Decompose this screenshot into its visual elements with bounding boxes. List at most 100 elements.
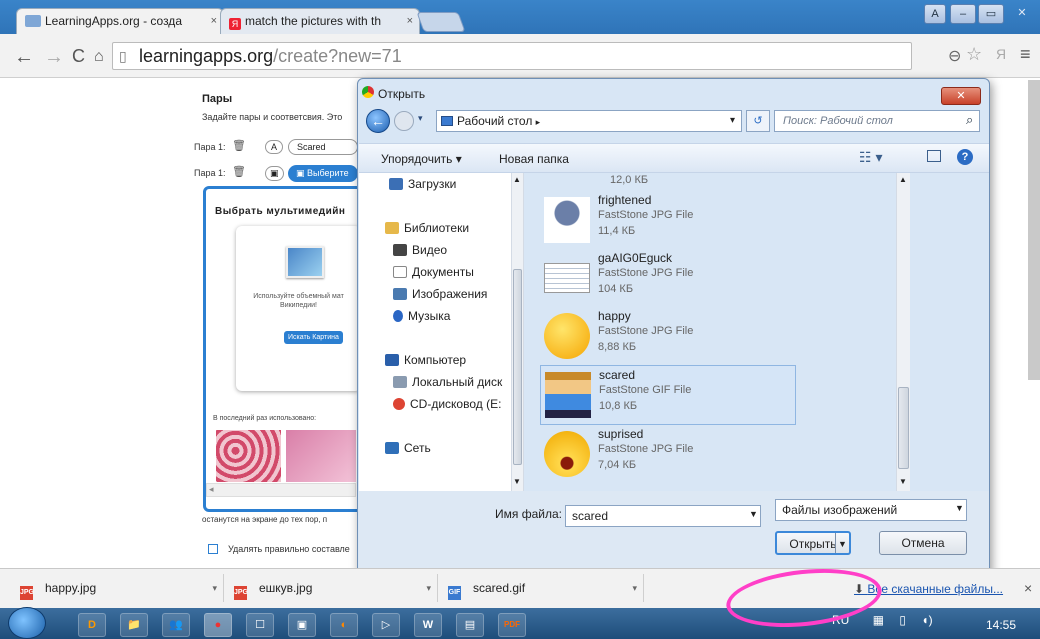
new-folder-button[interactable]: Новая папка (499, 152, 569, 166)
remove-correct-checkbox[interactable] (208, 544, 218, 554)
file-scrollbar-thumb[interactable] (898, 387, 909, 469)
image-icon: ▣ (296, 168, 308, 178)
tab-learningapps[interactable]: LearningApps.org - созда × (16, 8, 224, 34)
chevron-down-icon[interactable]: ▾ (632, 574, 637, 602)
tab-label: LearningApps.org - созда (45, 14, 182, 28)
maximize-button[interactable]: ▭ (978, 4, 1004, 24)
scroll-up-icon[interactable]: ▲ (899, 175, 907, 184)
gif-file-icon: GIF (448, 586, 461, 600)
refresh-icon[interactable]: ↺ (746, 110, 770, 132)
chevron-down-icon[interactable]: ▾ (212, 574, 217, 602)
back-button[interactable]: ← (366, 109, 390, 133)
file-list-scrollbar[interactable]: ▲ ▼ (896, 173, 910, 491)
chevron-down-icon[interactable]: ▾ (730, 111, 735, 131)
cancel-button[interactable]: Отмена (879, 531, 967, 555)
new-tab-button[interactable] (416, 12, 466, 32)
yandex-extension-icon[interactable]: Я (996, 46, 1006, 62)
nav-scrollbar-thumb[interactable] (513, 269, 522, 465)
network-tray-icon[interactable]: ▦ (873, 613, 884, 627)
back-arrow-icon[interactable]: ← (14, 46, 34, 69)
trash-icon[interactable]: 🗑 (232, 165, 246, 178)
file-item-selected[interactable]: scared FastStone GIF File 10,8 КБ (540, 365, 796, 425)
nav-item-downloads[interactable]: Загрузки (389, 177, 456, 191)
clock[interactable]: 14:55 (986, 618, 1016, 632)
help-icon[interactable]: ? (957, 149, 973, 165)
download-item-eshkuv[interactable]: JPG ешкув.jpg ▾ (226, 574, 438, 602)
history-dropdown-icon[interactable]: ▾ (418, 113, 423, 124)
taskbar-app-chrome[interactable]: ● (204, 613, 232, 637)
zoom-icon[interactable]: ⊖ (948, 46, 961, 66)
scroll-down-icon[interactable]: ▼ (513, 477, 521, 486)
pair-text-input[interactable]: Scared (288, 139, 358, 155)
nav-item-computer[interactable]: Компьютер (385, 353, 466, 367)
address-bar[interactable]: ▯ learningapps.org/create?new=71 (112, 42, 912, 70)
filename-input[interactable]: scared (565, 505, 761, 527)
taskbar-app-media-player[interactable]: ▷ (372, 613, 400, 637)
nav-item-local-disk[interactable]: Локальный диск (393, 375, 502, 389)
file-item[interactable]: gaAIG0Eguck FastStone JPG File 104 КБ (540, 249, 796, 309)
nav-item-pictures[interactable]: Изображения (393, 287, 487, 301)
recent-thumbnail[interactable] (286, 430, 356, 482)
start-button[interactable] (8, 607, 46, 639)
nav-scrollbar[interactable]: ▲ ▼ (511, 173, 523, 491)
open-button[interactable]: Открыть ▼ (775, 531, 851, 555)
file-item[interactable]: frightened FastStone JPG File 11,4 КБ (540, 191, 796, 251)
close-shelf-icon[interactable]: × (1024, 580, 1032, 596)
close-window-button[interactable]: ✕ (1008, 4, 1036, 24)
user-profile-button[interactable]: A (924, 4, 946, 24)
image-mode-button[interactable]: ▣ (265, 166, 284, 181)
preview-pane-icon[interactable] (927, 150, 941, 162)
scroll-up-icon[interactable]: ▲ (513, 175, 521, 184)
open-split-arrow-icon[interactable]: ▼ (835, 533, 849, 553)
nav-item-music[interactable]: Музыка (393, 309, 450, 323)
nav-item-network[interactable]: Сеть (385, 441, 431, 455)
recent-thumbnail[interactable] (216, 430, 281, 482)
menu-icon[interactable]: ≡ (1020, 44, 1031, 65)
taskbar-app-pdf[interactable]: PDF (498, 613, 526, 637)
nav-item-libraries[interactable]: Библиотеки (385, 221, 469, 235)
taskbar-app-word[interactable]: W (414, 613, 442, 637)
choose-media-button[interactable]: ▣ Выберите (288, 165, 358, 182)
organize-menu[interactable]: Упорядочить ▾ (381, 152, 462, 166)
view-options-icon[interactable]: ☷ ▾ (859, 149, 882, 166)
tab-yandex-search[interactable]: Яmatch the pictures with th × (220, 8, 420, 34)
horizontal-scrollbar[interactable]: ◂ (206, 483, 356, 497)
chevron-down-icon[interactable]: ▼ (749, 509, 758, 519)
location-breadcrumb[interactable]: Рабочий стол ▸ ▾ (436, 110, 742, 132)
trash-icon[interactable]: 🗑 (232, 139, 246, 152)
bookmark-star-icon[interactable]: ☆ (966, 44, 982, 65)
taskbar-app-daemon[interactable]: D (78, 613, 106, 637)
home-icon[interactable]: ⌂ (94, 48, 104, 66)
search-icon[interactable]: ⌕ (966, 112, 973, 128)
close-tab-icon[interactable]: × (211, 9, 217, 33)
scroll-down-icon[interactable]: ▼ (899, 477, 907, 486)
volume-icon[interactable]: ◖) (921, 613, 932, 627)
taskbar-app-4[interactable]: ▤ (456, 613, 484, 637)
taskbar-app-1[interactable]: ☐ (246, 613, 274, 637)
nav-item-video[interactable]: Видео (393, 243, 447, 257)
page-scrollbar[interactable] (1028, 80, 1040, 380)
taskbar-app-users[interactable]: 👥 (162, 613, 190, 637)
file-type-filter[interactable]: Файлы изображений (775, 499, 967, 521)
reload-icon[interactable]: C (72, 46, 85, 67)
nav-item-documents[interactable]: Документы (393, 265, 474, 279)
search-image-button[interactable]: Искать Картина (284, 331, 343, 344)
close-tab-icon[interactable]: × (407, 9, 413, 33)
battery-icon[interactable]: ▯ (899, 613, 906, 627)
search-input[interactable]: Поиск: Рабочий стол (774, 110, 980, 132)
download-item-happy[interactable]: JPG happy.jpg ▾ (12, 574, 224, 602)
download-item-scared[interactable]: GIF scared.gif ▾ (440, 574, 644, 602)
forward-button[interactable] (394, 111, 414, 131)
chevron-down-icon[interactable]: ▾ (426, 574, 431, 602)
taskbar-app-3[interactable]: ◐ (330, 613, 358, 637)
chevron-down-icon[interactable]: ▼ (955, 503, 964, 513)
forward-arrow-icon[interactable]: → (44, 46, 64, 69)
dialog-close-button[interactable]: ✕ (941, 87, 981, 105)
taskbar-app-explorer[interactable]: 📁 (120, 613, 148, 637)
text-mode-button[interactable]: A (265, 140, 284, 154)
file-item[interactable]: happy FastStone JPG File 8,88 КБ (540, 307, 796, 367)
file-item[interactable]: suprised FastStone JPG File 7,04 КБ (540, 425, 796, 485)
nav-item-cd-drive[interactable]: CD-дисковод (E: (393, 397, 501, 411)
minimize-button[interactable]: – (950, 4, 976, 24)
taskbar-app-2[interactable]: ▣ (288, 613, 316, 637)
